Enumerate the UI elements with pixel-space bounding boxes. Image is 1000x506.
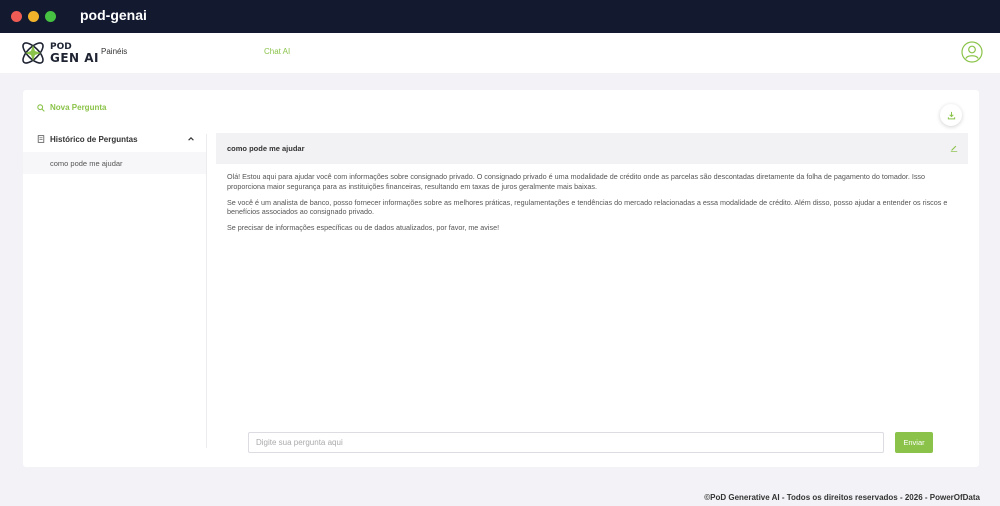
answer-text: Olá! Estou aqui para ajudar você com inf…	[227, 172, 962, 239]
close-window-button[interactable]	[11, 11, 22, 22]
search-icon	[37, 103, 45, 112]
top-navbar: POD GEN AI Painéis Chat AI	[0, 33, 1000, 73]
maximize-window-button[interactable]	[45, 11, 56, 22]
window-titlebar: pod-genai	[0, 0, 1000, 33]
history-item[interactable]: como pode me ajudar	[23, 152, 206, 174]
chat-card: Nova Pergunta Histórico de Perguntas com…	[23, 90, 979, 467]
nav-paineis[interactable]: Painéis	[101, 47, 127, 56]
download-icon	[947, 111, 955, 119]
logo-text: POD GEN AI	[50, 42, 99, 64]
window-title: pod-genai	[80, 7, 147, 23]
answer-paragraph: Se precisar de informações específicas o…	[227, 223, 500, 233]
question-input[interactable]	[248, 432, 884, 453]
send-button[interactable]: Enviar	[895, 432, 933, 453]
new-question-button[interactable]: Nova Pergunta	[37, 103, 106, 112]
document-icon	[37, 135, 45, 143]
history-title: Histórico de Perguntas	[50, 134, 138, 144]
minimize-window-button[interactable]	[28, 11, 39, 22]
footer-copyright: ©PoD Generative AI - Todos os direitos r…	[704, 493, 980, 502]
question-history: Histórico de Perguntas como pode me ajud…	[23, 128, 206, 174]
answer-paragraph: Olá! Estou aqui para ajudar você com inf…	[227, 172, 926, 191]
nav-chat-ai[interactable]: Chat AI	[264, 47, 290, 56]
user-circle-icon[interactable]	[961, 41, 983, 63]
chevron-up-icon[interactable]	[187, 135, 195, 143]
logo-text-line2: GEN AI	[50, 51, 100, 65]
new-question-label: Nova Pergunta	[50, 103, 107, 112]
app-logo[interactable]: POD GEN AI	[18, 37, 99, 69]
pencil-icon[interactable]	[950, 144, 958, 152]
question-text: como pode me ajudar	[227, 144, 305, 153]
download-button[interactable]	[940, 104, 962, 126]
history-header[interactable]: Histórico de Perguntas	[23, 128, 206, 150]
logo-atom-icon	[22, 42, 44, 64]
answer-paragraph: Se você é um analista de banco, posso fo…	[227, 197, 948, 217]
question-bar: como pode me ajudar	[216, 133, 968, 164]
sidebar-divider	[206, 134, 207, 448]
